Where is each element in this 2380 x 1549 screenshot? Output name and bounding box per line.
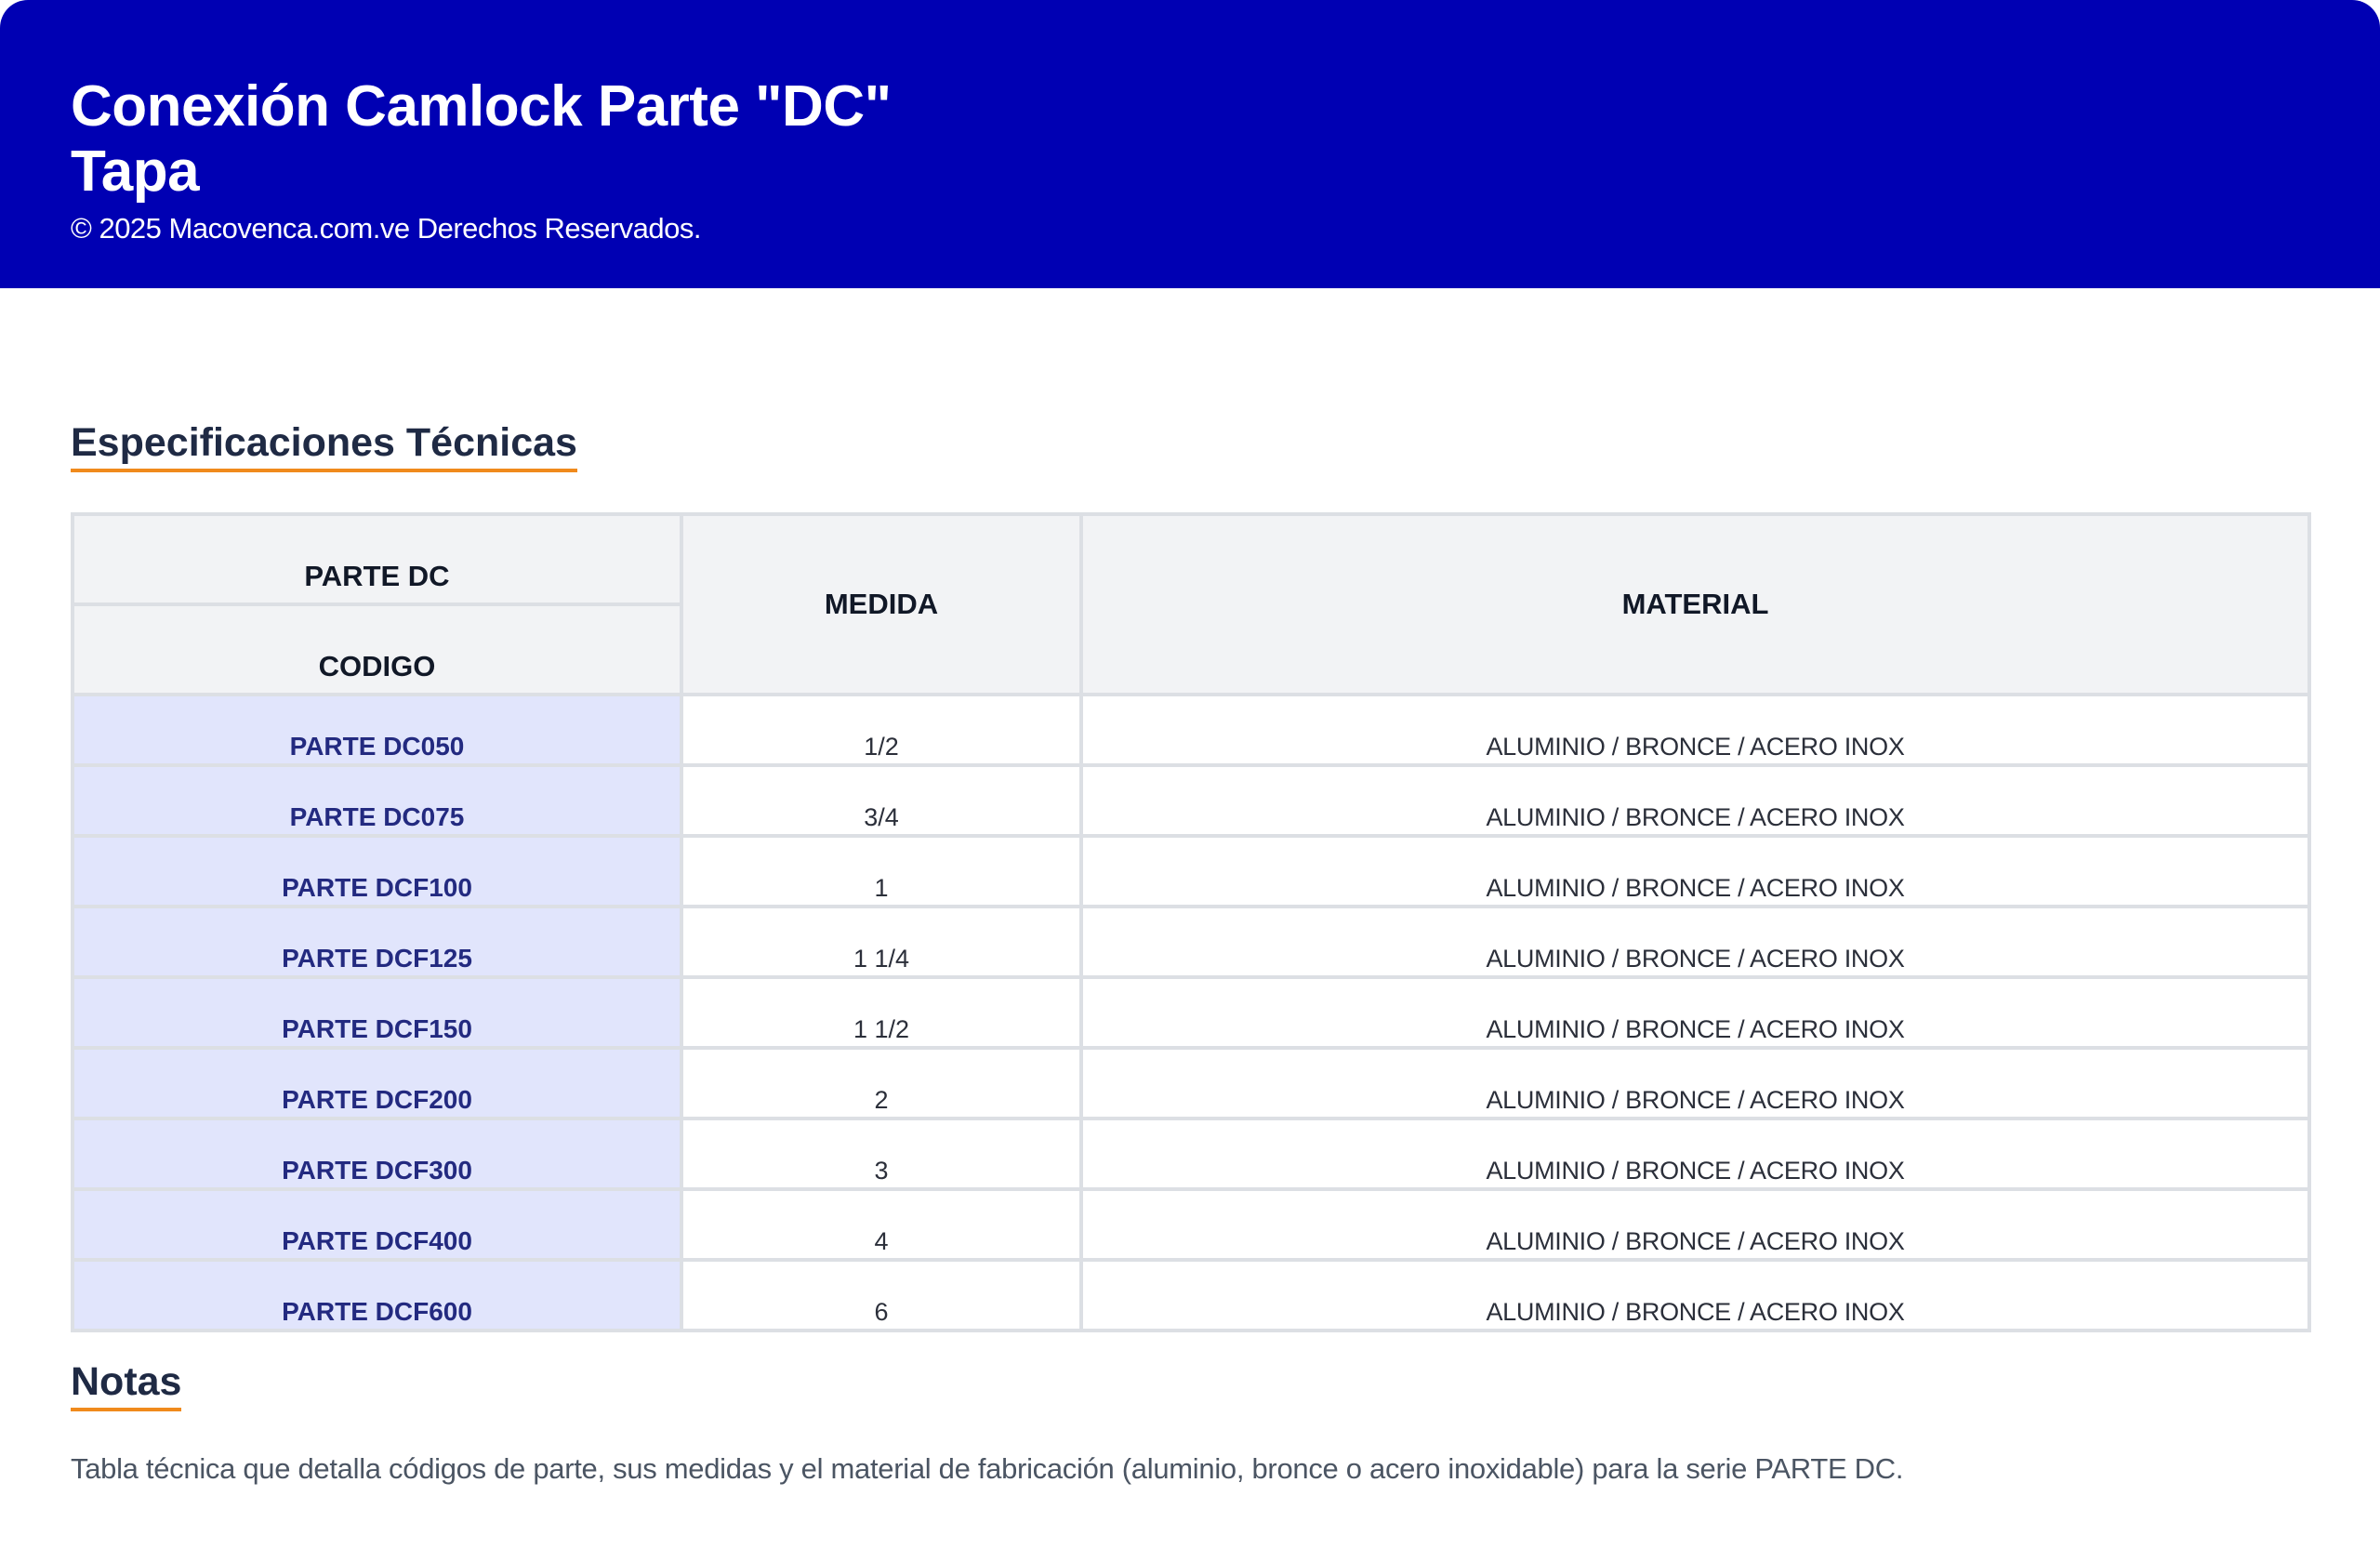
header-size: MEDIDA (680, 512, 1083, 696)
cell-material: ALUMINIO / BRONCE / ACERO INOX (1079, 1258, 2311, 1332)
table-body: PARTE DC050 1/2 ALUMINIO / BRONCE / ACER… (71, 693, 2311, 1332)
cell-size: 3 (680, 1117, 1083, 1191)
page-title: Conexión Camlock Parte "DC" Tapa (71, 74, 2380, 205)
table-header-row: PARTE DC MEDIDA MATERIAL (71, 512, 2311, 696)
cell-size: 3/4 (680, 763, 1083, 838)
cell-code: PARTE DC050 (71, 693, 683, 767)
cell-material: ALUMINIO / BRONCE / ACERO INOX (1079, 905, 2311, 979)
page-header: Conexión Camlock Parte "DC" Tapa © 2025 … (0, 0, 2380, 288)
copyright-text: © 2025 Macovenca.com.ve Derechos Reserva… (71, 212, 702, 245)
cell-size: 1 1/2 (680, 975, 1083, 1050)
table-row: PARTE DCF125 1 1/4 ALUMINIO / BRONCE / A… (71, 905, 2311, 979)
cell-code: PARTE DCF400 (71, 1187, 683, 1262)
cell-material: ALUMINIO / BRONCE / ACERO INOX (1079, 834, 2311, 908)
cell-material: ALUMINIO / BRONCE / ACERO INOX (1079, 1187, 2311, 1262)
table-row: PARTE DCF300 3 ALUMINIO / BRONCE / ACERO… (71, 1117, 2311, 1191)
cell-code: PARTE DCF150 (71, 975, 683, 1050)
cell-material: ALUMINIO / BRONCE / ACERO INOX (1079, 1046, 2311, 1120)
cell-size: 1/2 (680, 693, 1083, 767)
header-material: MATERIAL (1079, 512, 2311, 696)
cell-size: 4 (680, 1187, 1083, 1262)
cell-code: PARTE DCF100 (71, 834, 683, 908)
cell-code: PARTE DC075 (71, 763, 683, 838)
cell-size: 6 (680, 1258, 1083, 1332)
cell-code: PARTE DCF600 (71, 1258, 683, 1332)
page-title-line-1: Conexión Camlock Parte "DC" (71, 74, 892, 139)
cell-material: ALUMINIO / BRONCE / ACERO INOX (1079, 975, 2311, 1050)
header-code: CODIGO (71, 602, 683, 696)
table-header: PARTE DC MEDIDA MATERIAL CODIGO (71, 512, 2311, 696)
cell-size: 2 (680, 1046, 1083, 1120)
table-row: PARTE DCF600 6 ALUMINIO / BRONCE / ACERO… (71, 1258, 2311, 1332)
cell-size: 1 (680, 834, 1083, 908)
specifications-heading: Especificaciones Técnicas (71, 418, 577, 472)
table-row: PARTE DCF150 1 1/2 ALUMINIO / BRONCE / A… (71, 975, 2311, 1050)
notes-text: Tabla técnica que detalla códigos de par… (71, 1452, 1904, 1485)
notes-heading: Notas (71, 1357, 182, 1411)
table-row: PARTE DCF400 4 ALUMINIO / BRONCE / ACERO… (71, 1187, 2311, 1262)
cell-code: PARTE DCF300 (71, 1117, 683, 1191)
table-row: PARTE DC050 1/2 ALUMINIO / BRONCE / ACER… (71, 693, 2311, 767)
cell-code: PARTE DCF125 (71, 905, 683, 979)
cell-code: PARTE DCF200 (71, 1046, 683, 1120)
page-title-line-2: Tapa (71, 139, 200, 204)
table-row: PARTE DC075 3/4 ALUMINIO / BRONCE / ACER… (71, 763, 2311, 838)
table-row: PARTE DCF200 2 ALUMINIO / BRONCE / ACERO… (71, 1046, 2311, 1120)
cell-material: ALUMINIO / BRONCE / ACERO INOX (1079, 763, 2311, 838)
header-part-group: PARTE DC (71, 512, 683, 606)
cell-material: ALUMINIO / BRONCE / ACERO INOX (1079, 1117, 2311, 1191)
specifications-table: PARTE DC MEDIDA MATERIAL CODIGO PARTE DC… (71, 512, 2311, 1332)
cell-material: ALUMINIO / BRONCE / ACERO INOX (1079, 693, 2311, 767)
table-row: PARTE DCF100 1 ALUMINIO / BRONCE / ACERO… (71, 834, 2311, 908)
cell-size: 1 1/4 (680, 905, 1083, 979)
